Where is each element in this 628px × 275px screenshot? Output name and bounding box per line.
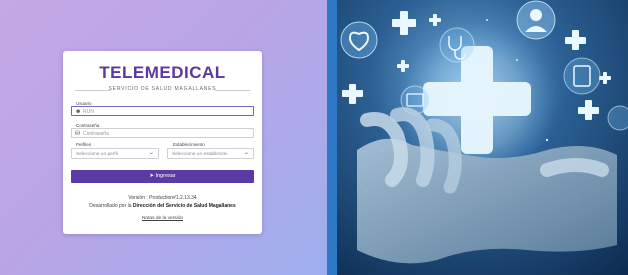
login-card: TELEMEDICAL SERVICIO DE SALUD MAGALLANES… [63,51,262,234]
heart-icon [340,21,378,59]
facility-label: Establecimiento [173,142,205,147]
telemedicine-illustration [340,0,628,264]
chevron-down-icon: ⌄ [148,150,154,156]
password-input[interactable]: ⛁ Contraseña [71,128,254,138]
developed-prefix: Desarrollado por la [89,203,132,209]
profile-value: Seleccione un perfil [76,152,118,157]
facility-select[interactable]: Seleccione un establecimi ⌄ [167,148,254,159]
version-text: Versión : Production#1.2.13.34 [128,195,197,201]
release-notes-link[interactable]: Notas de la versión [63,216,262,221]
pill-icon [607,105,628,131]
stethoscope-icon [439,27,475,63]
subtitle-divider-right [215,90,251,91]
panel-divider [327,0,337,275]
facility-value: Seleccione un establecimi [172,152,228,157]
sign-in-icon: ➤ [149,173,154,179]
doctor-icon [516,0,556,40]
tablet-chart-icon [563,57,601,95]
hero-image [337,0,628,275]
submit-label: Ingresar [155,173,176,179]
developed-by-text: Desarrollado por la Dirección del Servic… [63,203,262,209]
user-icon: ☻ [75,109,82,115]
user-input[interactable]: ☻ RUN [71,106,254,116]
chevron-down-icon: ⌄ [243,150,249,156]
login-background: TELEMEDICAL SERVICIO DE SALUD MAGALLANES… [0,0,327,275]
user-placeholder: RUN [83,109,94,115]
profile-label: Perfiles [76,142,92,147]
app-title: TELEMEDICAL [99,63,226,82]
developed-org: Dirección del Servicio de Salud Magallan… [132,203,236,209]
password-placeholder: Contraseña [83,131,109,137]
submit-button[interactable]: ➤ Ingresar [71,170,254,183]
lock-icon: ⛁ [75,131,81,137]
app-subtitle: SERVICIO DE SALUD MAGALLANES [108,86,217,92]
profile-select[interactable]: Seleccione un perfil ⌄ [71,148,159,159]
